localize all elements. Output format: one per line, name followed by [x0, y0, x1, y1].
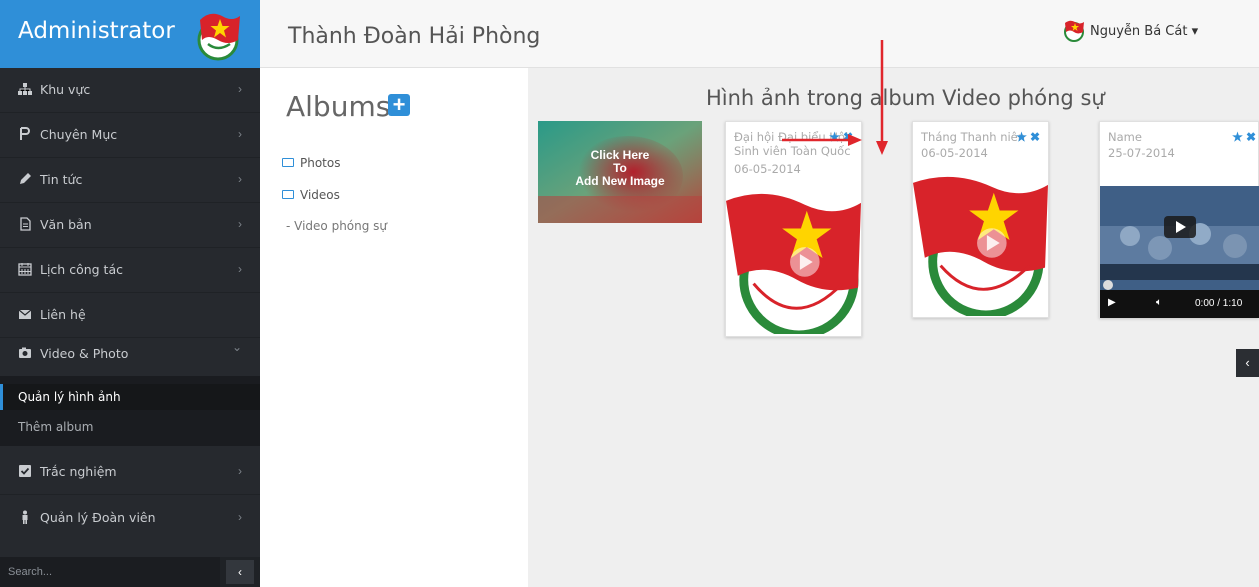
add-album-button[interactable]: +: [388, 94, 410, 116]
sidebar-item-label: Quản lý Đoàn viên: [40, 510, 156, 525]
chevron-right-icon: ›: [238, 82, 242, 96]
sidebar-item-lich-cong-tac[interactable]: Lịch công tác ›: [0, 248, 260, 292]
brand-title: Administrator: [18, 18, 175, 44]
albums-panel: Albums + Photos Videos - Video phóng sự: [260, 68, 528, 587]
submenu-item-them-album[interactable]: Thêm album: [0, 414, 260, 440]
sidebar-item-chuyen-muc[interactable]: Chuyên Mục ›: [0, 113, 260, 157]
folder-icon: [282, 190, 294, 199]
chevron-right-icon: ›: [238, 262, 242, 276]
album-label: - Video phóng sự: [286, 219, 388, 233]
sidebar-search-bar: ‹: [0, 557, 260, 587]
sidebar-item-trac-nghiem[interactable]: Trắc nghiệm ›: [0, 450, 260, 494]
sidebar-item-label: Liên hệ: [40, 307, 86, 322]
sidebar-item-label: Chuyên Mục: [40, 127, 118, 142]
chevron-right-icon: ›: [238, 172, 242, 186]
annotation-arrows: [782, 40, 888, 155]
submenu-item-label: Thêm album: [18, 420, 94, 434]
album-label: Videos: [300, 188, 340, 202]
person-icon: [22, 510, 28, 524]
sidebar-item-tin-tuc[interactable]: Tin tức ›: [0, 158, 260, 202]
sidebar-item-video-photo[interactable]: Video & Photo ⌄: [0, 332, 260, 376]
albums-title: Albums: [286, 90, 391, 123]
paragraph-icon: [20, 127, 30, 140]
sidebar-item-label: Trắc nghiệm: [40, 464, 117, 479]
checkbox-icon: [19, 465, 31, 477]
search-input[interactable]: [0, 557, 220, 587]
brand-bar: Administrator: [0, 0, 260, 68]
album-folder-videos[interactable]: Videos: [282, 188, 340, 202]
envelope-icon: [18, 309, 32, 319]
submenu-item-label: Quản lý hình ảnh: [18, 390, 121, 404]
folder-icon: [282, 158, 294, 167]
pencil-icon: [20, 173, 31, 184]
sitemap-icon: [18, 83, 32, 95]
panel-toggle-button[interactable]: ‹: [1236, 349, 1259, 377]
album-folder-photos[interactable]: Photos: [282, 156, 340, 170]
album-label: Photos: [300, 156, 341, 170]
sidebar-item-khu-vuc[interactable]: Khu vực ›: [0, 68, 260, 112]
sidebar-item-label: Tin tức: [40, 172, 83, 187]
page-title: Thành Đoàn Hải Phòng: [288, 24, 541, 49]
sidebar-item-label: Video & Photo: [40, 346, 129, 361]
chevron-right-icon: ›: [238, 217, 242, 231]
sidebar-item-label: Văn bản: [40, 217, 92, 232]
sidebar-item-label: Khu vực: [40, 82, 91, 97]
album-video-phong-su[interactable]: - Video phóng sự: [286, 219, 387, 233]
images-panel: Hình ảnh trong album Video phóng sự Clic…: [528, 40, 1259, 587]
chevron-right-icon: ›: [238, 127, 242, 141]
sidebar-item-lien-he[interactable]: Liên hệ: [0, 293, 260, 337]
sidebar-item-quan-ly-doan-vien[interactable]: Quản lý Đoàn viên ›: [0, 496, 260, 540]
submenu-item-quan-ly-hinh-anh[interactable]: Quản lý hình ảnh: [0, 384, 260, 410]
sidebar-item-label: Lịch công tác: [40, 262, 123, 277]
chevron-down-icon: ⌄: [231, 340, 242, 354]
sidebar-collapse-button[interactable]: ‹: [226, 560, 254, 584]
sidebar-item-van-ban[interactable]: Văn bản ›: [0, 203, 260, 247]
document-icon: [20, 217, 31, 231]
youth-union-logo-icon: [197, 13, 240, 61]
submenu: Quản lý hình ảnh Thêm album: [0, 376, 260, 446]
chevron-right-icon: ›: [238, 464, 242, 478]
calendar-icon: [18, 263, 32, 276]
divider: [0, 494, 260, 495]
chevron-right-icon: ›: [238, 510, 242, 524]
sidebar: Administrator Khu vực › Chuyên Mục › Tin…: [0, 0, 260, 587]
camera-icon: [19, 347, 31, 358]
